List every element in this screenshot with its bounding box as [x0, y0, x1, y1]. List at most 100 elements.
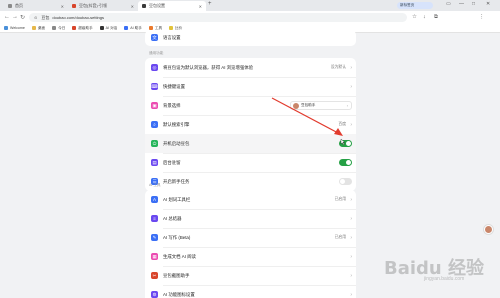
tasks-toggle[interactable] [339, 178, 352, 185]
maximize-icon[interactable]: □ [472, 1, 475, 7]
language-row[interactable]: 文 语言设置 [145, 28, 356, 47]
minimize-icon[interactable]: — [459, 1, 464, 7]
select-value: 豆包助手 [301, 103, 316, 107]
ai-toolbar-row[interactable]: A AI 划词工具栏 已启用 › [145, 190, 356, 209]
chevron-right-icon: › [350, 64, 352, 71]
profile-button[interactable]: 新标签页 [397, 2, 433, 9]
dock-icon: ▤ [151, 159, 158, 166]
keyboard-icon: ⌨ [151, 83, 158, 90]
bookmark-icon [52, 26, 57, 30]
extension-icon[interactable]: ⧉ [434, 14, 438, 21]
section-title-ai: AI 工具 [149, 183, 161, 187]
site-info-icon[interactable]: ⊙ [34, 15, 37, 20]
tab-label: 豆包(抖音)·引领 [79, 3, 107, 8]
row-label: 开机启动豆包 [163, 140, 190, 146]
bookmark-item[interactable]: AI 助手 [124, 26, 142, 31]
ai-icon: A [151, 196, 158, 203]
assistant-float-button[interactable] [483, 224, 494, 235]
url-text: doubao.com/doubao-settings [52, 15, 104, 20]
new-tab-icon[interactable]: + [208, 1, 212, 7]
close-icon[interactable]: ✕ [199, 4, 202, 9]
row-label: 背景选择 [163, 102, 181, 108]
star-icon[interactable]: ☆ [412, 14, 417, 20]
background-run-toggle[interactable] [339, 159, 352, 166]
background-run-row[interactable]: ▤ 后台驻留 [145, 153, 356, 172]
chevron-right-icon: › [350, 83, 352, 90]
bookmark-label: Welcome [10, 26, 25, 30]
screenshot-icon: ✂ [151, 272, 158, 279]
tasks-row[interactable]: ☰ 开启新手任务 [145, 172, 356, 191]
general-settings-card: ◎ 将豆包设为默认浏览器，获得 AI 浏览增强体验 设为默认 › ⌨ 快捷键设置… [145, 58, 356, 191]
ai-tools-card: A AI 划词工具栏 已启用 › ≡ AI 总结器 › ✎ AI 写作 (Bet… [145, 190, 356, 298]
section-title-general: 通用功能 [149, 51, 164, 55]
row-label: 将豆包设为默认浏览器，获得 AI 浏览增强体验 [163, 64, 254, 70]
bookmark-icon [72, 26, 77, 30]
profile-label: 新标签页 [400, 3, 415, 7]
ai-reading-row[interactable]: ▦ 生成文档 AI 阅读 › [145, 247, 356, 266]
bookmark-item[interactable]: 桌面 [31, 26, 45, 31]
ai-summary-row[interactable]: ≡ AI 总结器 › [145, 209, 356, 228]
chevron-right-icon: › [350, 234, 352, 241]
close-window-icon[interactable]: ✕ [486, 1, 490, 7]
background-select[interactable]: 豆包助手 › [290, 101, 352, 110]
reload-icon[interactable]: ↻ [20, 14, 25, 21]
status-text: 已启用 [334, 197, 346, 201]
set-default-button[interactable]: 设为默认 [331, 65, 346, 70]
close-icon[interactable]: ✕ [61, 4, 64, 9]
download-icon[interactable]: ↓ [423, 14, 426, 20]
ai-icon-settings-row[interactable]: ⚙ AI 功能图标设置 › [145, 285, 356, 298]
language-card: 文 语言设置 [145, 30, 356, 46]
toggle-knob [346, 160, 351, 165]
chevron-right-icon: › [350, 215, 352, 222]
site-name: 豆包 [41, 14, 50, 20]
search-engine-row[interactable]: ⌕ 默认搜索引擎 百度 › [145, 115, 356, 134]
tab-home[interactable]: 首页 ✕ [4, 1, 68, 11]
ai-writing-row[interactable]: ✎ AI 写作 (Beta) 已启用 › [145, 228, 356, 247]
default-browser-row[interactable]: ◎ 将豆包设为默认浏览器，获得 AI 浏览增强体验 设为默认 › [145, 58, 356, 77]
pen-icon: ✎ [151, 234, 158, 241]
toggle-knob [346, 141, 351, 146]
tab-strip: 首页 ✕ 豆包(抖音)·引领 ✕ 豆包设置 ✕ + 新标签页 ▭ — □ ✕ [0, 0, 500, 11]
chevron-right-icon: › [346, 103, 348, 108]
tab-label: 豆包设置 [149, 3, 165, 8]
bookmark-label: 超级助手 [78, 25, 93, 30]
row-label: 默认搜索引擎 [163, 121, 190, 127]
background-row[interactable]: ▣ 背景选择 豆包助手 › [145, 96, 356, 115]
address-row: ← → ↻ ⊙ 豆包 doubao.com/doubao-settings ☆ … [0, 11, 500, 24]
screenshot-row[interactable]: ✂ 豆包截图助手 › [145, 266, 356, 285]
row-label: 开启新手任务 [163, 178, 190, 184]
search-icon: ⌕ [151, 121, 158, 128]
row-label: AI 划词工具栏 [163, 196, 191, 202]
doubao-tab-icon [72, 4, 76, 8]
close-icon[interactable]: ✕ [131, 4, 134, 9]
tab-doubao-settings[interactable]: 豆包设置 ✕ [138, 1, 206, 11]
bookmark-icon [31, 26, 36, 30]
address-bar[interactable]: ⊙ 豆包 doubao.com/doubao-settings [29, 13, 407, 22]
browser-icon: ◎ [151, 64, 158, 71]
bookmark-icon [99, 26, 104, 30]
tab-label: 首页 [15, 3, 23, 8]
avatar [293, 102, 299, 109]
startup-toggle[interactable] [339, 140, 352, 147]
bookmark-item[interactable]: AI 对话 [99, 26, 117, 31]
tab-doubao-douyin[interactable]: 豆包(抖音)·引领 ✕ [68, 1, 138, 11]
bookmark-item[interactable]: 超级助手 [72, 25, 93, 31]
bookmark-item[interactable]: 今日 [52, 26, 65, 31]
watermark-url: jingyan.baidu.com [424, 276, 465, 282]
toggle-knob [340, 179, 345, 184]
forward-icon[interactable]: → [12, 14, 18, 20]
status-text: 已启用 [334, 235, 346, 239]
sidebar-icon[interactable]: ▭ [446, 1, 451, 7]
shortcut-row[interactable]: ⌨ 快捷键设置 › [145, 77, 356, 96]
startup-row[interactable]: ⏻ 开机启动豆包 [145, 134, 356, 153]
row-label: 后台驻留 [163, 159, 181, 165]
back-icon[interactable]: ← [4, 14, 10, 20]
chevron-right-icon: › [350, 272, 352, 279]
bookmark-item[interactable]: Welcome [4, 26, 25, 30]
row-label: 语言设置 [163, 34, 181, 40]
menu-icon[interactable]: ⋮ [479, 14, 485, 20]
row-label: 生成文档 AI 阅读 [163, 253, 196, 259]
row-label: AI 总结器 [163, 215, 182, 221]
language-icon: 文 [151, 34, 158, 41]
home-tab-icon [8, 4, 12, 8]
